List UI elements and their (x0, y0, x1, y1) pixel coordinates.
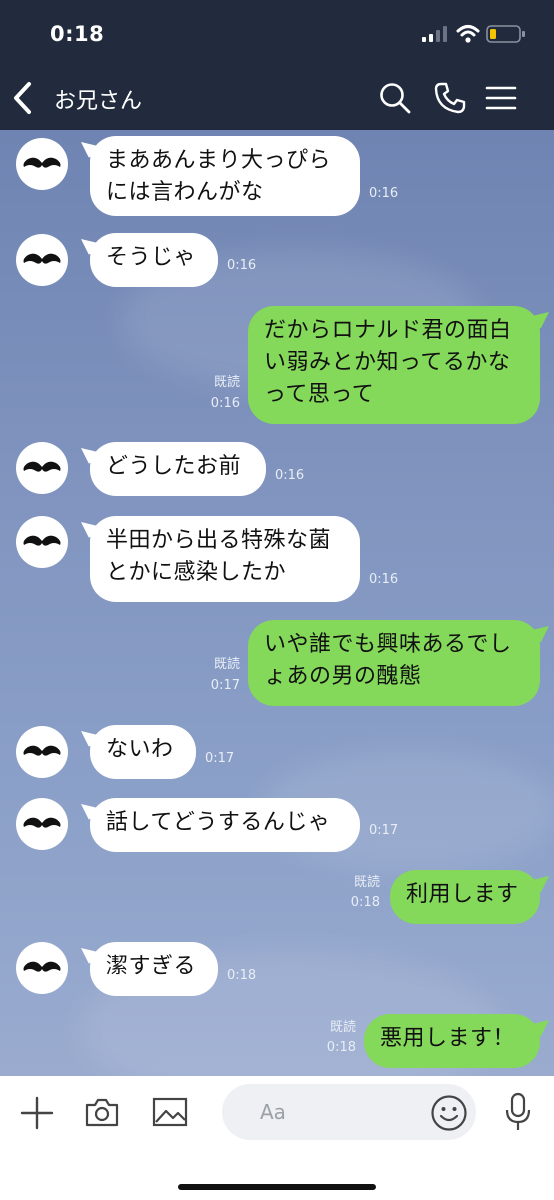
avatar[interactable] (16, 942, 68, 994)
image-icon[interactable] (152, 1096, 188, 1128)
message-time: 0:16 (227, 258, 257, 273)
message-time: 0:16 (210, 396, 240, 411)
message-bubble[interactable]: そうじゃ (90, 233, 218, 287)
message-bubble[interactable]: だからロナルド君の面白 い弱みとか知ってるかな って思って (248, 306, 540, 424)
message-time: 0:17 (210, 678, 240, 693)
message-bubble[interactable]: どうしたお前 (90, 442, 266, 496)
message-time: 0:16 (369, 186, 399, 201)
avatar[interactable] (16, 726, 68, 778)
message-bubble[interactable]: 潔すぎる (90, 942, 218, 996)
read-receipt: 既読 (213, 657, 240, 672)
message-bubble[interactable]: ないわ (90, 725, 196, 779)
chat-header: 0:18 お兄さん (0, 0, 554, 130)
status-time: 0:18 (50, 22, 105, 46)
message-time: 0:17 (205, 751, 235, 766)
mustache-icon (23, 817, 61, 828)
read-receipt: 既読 (353, 875, 380, 890)
mustache-icon (23, 961, 61, 972)
mustache-icon (23, 745, 61, 756)
message-bubble[interactable]: 悪用します！ (364, 1014, 540, 1068)
home-indicator (178, 1184, 376, 1190)
avatar[interactable] (16, 442, 68, 494)
mic-icon[interactable] (503, 1092, 533, 1132)
avatar[interactable] (16, 234, 68, 286)
mustache-icon (23, 461, 61, 472)
message-time: 0:16 (369, 572, 399, 587)
message-bubble[interactable]: いや誰でも興味あるでし ょあの男の醜態 (248, 620, 540, 706)
phone-icon[interactable] (433, 81, 467, 115)
avatar[interactable] (16, 516, 68, 568)
plus-icon[interactable] (20, 1096, 54, 1130)
message-time: 0:17 (369, 823, 399, 838)
wifi-icon (456, 25, 480, 43)
message-time: 0:18 (326, 1040, 356, 1055)
message-time: 0:18 (350, 895, 380, 910)
message-time: 0:18 (227, 968, 257, 983)
chat-title: お兄さん (54, 89, 143, 114)
message-time: 0:16 (275, 468, 305, 483)
signal-icon (422, 26, 447, 42)
mustache-icon (23, 253, 61, 264)
message-bubble[interactable]: 半田から出る特殊な菌 とかに感染したか (90, 516, 360, 602)
avatar[interactable] (16, 138, 68, 190)
read-receipt: 既読 (213, 375, 240, 390)
menu-icon[interactable] (485, 84, 517, 112)
avatar[interactable] (16, 798, 68, 850)
chevron-left-icon[interactable] (10, 80, 36, 116)
camera-icon[interactable] (84, 1096, 120, 1128)
read-receipt: 既読 (329, 1020, 356, 1035)
battery-icon (486, 25, 525, 43)
message-bubble[interactable]: 利用します (390, 870, 540, 924)
search-icon[interactable] (378, 81, 412, 115)
message-bubble[interactable]: まああんまり大っぴら には言わんがな (90, 136, 360, 216)
input-bar: Aa (0, 1076, 554, 1200)
status-icons (422, 22, 532, 50)
smiley-icon[interactable] (430, 1094, 468, 1132)
message-bubble[interactable]: 話してどうするんじゃ (90, 798, 360, 852)
mustache-icon (23, 157, 61, 168)
chat-area[interactable]: まああんまり大っぴら には言わんがな 0:16 そうじゃ 0:16 だからロナル… (0, 130, 554, 1076)
mustache-icon (23, 535, 61, 546)
